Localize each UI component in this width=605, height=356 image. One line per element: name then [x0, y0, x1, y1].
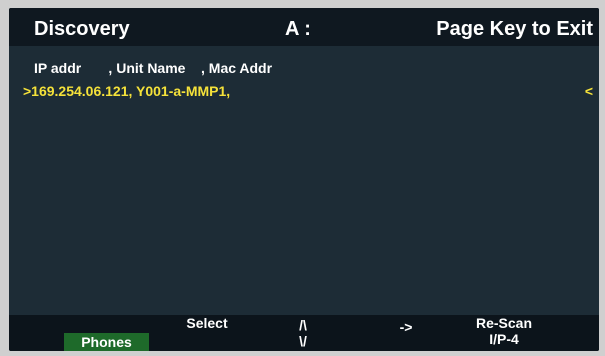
rescan-softkey[interactable]: Re-Scan	[465, 315, 543, 331]
up-arrow-softkey[interactable]: /\	[295, 317, 311, 333]
select-softkey[interactable]: Select	[177, 315, 237, 331]
phones-softkey[interactable]: Phones	[64, 333, 149, 351]
selection-end-marker: <	[584, 83, 593, 99]
title-bar: Discovery A : Page Key to Exit	[9, 8, 599, 46]
ip-page-label: I/P-4	[489, 331, 519, 347]
exit-hint: Page Key to Exit	[436, 18, 593, 40]
right-arrow-softkey[interactable]: ->	[394, 319, 418, 335]
softkey-bar: Phones Select /\ \/ -> Re-Scan I/P-4	[9, 315, 599, 351]
column-headers: IP addr , Unit Name , Mac Addr	[34, 60, 273, 76]
list-item-selected[interactable]: >169.254.06.121, Y001-a-MMP1,	[23, 83, 230, 99]
device-bezel: Discovery A : Page Key to Exit IP addr ,…	[0, 0, 605, 356]
page-title: Discovery	[34, 18, 130, 40]
lcd-screen: Discovery A : Page Key to Exit IP addr ,…	[9, 8, 599, 351]
drive-indicator: A :	[285, 18, 311, 40]
down-arrow-softkey[interactable]: \/	[295, 333, 311, 349]
